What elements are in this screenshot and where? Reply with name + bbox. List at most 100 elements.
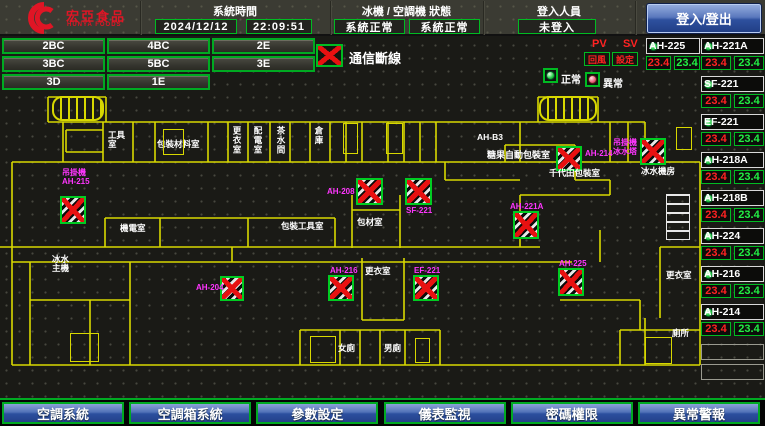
map-marker-label: 吊掛機 冰水塔 [613, 138, 637, 156]
unit-name: AH-221A [704, 40, 748, 52]
pv-name-box: 回風 [584, 52, 610, 66]
map-marker-label: SF-221 [406, 206, 432, 215]
bottom-nav-ahu-system[interactable]: 空調箱系統 [129, 402, 251, 424]
room-label: 倉庫 [314, 126, 323, 145]
map-marker-ah-216-map[interactable] [328, 275, 354, 301]
map-marker-label: AH-216 [330, 266, 358, 275]
bottom-nav-meter-monitor[interactable]: 儀表監視 [384, 402, 506, 424]
unit-tile-ah-218a[interactable]: AH-218A [701, 152, 764, 168]
login-logout-button[interactable]: 登入/登出 [647, 4, 761, 33]
elevator-icon [666, 194, 690, 240]
map-marker-ah-215[interactable] [60, 196, 86, 224]
stairs-icon [70, 333, 99, 362]
floor-button-3e[interactable]: 3E [212, 56, 315, 72]
stairs-icon [310, 336, 336, 363]
floor-button-2bc[interactable]: 2BC [2, 38, 105, 54]
sv-label: SV [623, 38, 638, 50]
stairs-icon [343, 123, 358, 154]
unit-tile-ah-218b[interactable]: AH-218B [701, 190, 764, 206]
unit-tile-ah-225[interactable]: AH-225 [646, 38, 700, 54]
unit-pv-value: 23.4 [701, 246, 731, 260]
unit-name: AH-214 [704, 306, 740, 318]
stairs-icon [415, 338, 430, 363]
login-user-label: 登入人員 [483, 3, 635, 19]
abnormal-led-icon [585, 72, 600, 87]
room-label: 配電室 [253, 126, 262, 155]
unit-sv-value: 23.4 [734, 284, 764, 298]
room-label: 包裝工具室 [281, 222, 324, 231]
bottom-nav-param-settings[interactable]: 參數設定 [256, 402, 378, 424]
stairs-icon [676, 127, 692, 150]
map-marker-ah-221a-map[interactable] [513, 211, 539, 239]
room-label: 千代田包裝室 [549, 169, 600, 178]
room-label: 更衣室 [365, 267, 391, 276]
unit-tile-ah-214[interactable]: AH-214 [701, 304, 764, 320]
map-marker-label: 吊掛機 AH-215 [62, 168, 90, 186]
room-label: 男廁 [384, 344, 401, 353]
abnormal-legend-label: 異常 [603, 75, 623, 90]
map-marker-ef-221-map[interactable] [413, 275, 439, 301]
unit-tile-ah-224[interactable]: AH-224 [701, 228, 764, 244]
room-label: 更衣室 [232, 126, 241, 155]
floor-button-3bc[interactable]: 3BC [2, 56, 105, 72]
normal-led-icon [543, 68, 558, 83]
stairs-icon [386, 123, 403, 154]
stairs-icon [645, 337, 672, 364]
floor-button-1e[interactable]: 1E [107, 74, 210, 90]
room-label: 女廁 [338, 344, 355, 353]
brand-logo-icon [28, 2, 62, 34]
unit-pv-value: 23.4 [701, 208, 731, 222]
map-marker-label: AH-204 [196, 283, 224, 292]
sv-name-box: 設定 [612, 52, 638, 66]
map-marker-sf-221-map[interactable] [405, 178, 432, 205]
map-marker-label: EF-221 [414, 266, 440, 275]
unit-pv-value: 23.4 [701, 132, 731, 146]
floor-button-2e[interactable]: 2E [212, 38, 315, 54]
floor-button-4bc[interactable]: 4BC [107, 38, 210, 54]
brand-name-en: HUNYA FOODS [67, 22, 122, 28]
floor-button-3d[interactable]: 3D [2, 74, 105, 90]
unit-sv-value: 23.4 [734, 170, 764, 184]
room-label: 機電室 [120, 224, 146, 233]
room-label: 廁所 [672, 329, 689, 338]
map-marker-ah-208[interactable] [356, 178, 383, 205]
unit-sv-value: 23.4 [734, 132, 764, 146]
bottom-nav-ac-system[interactable]: 空調系統 [2, 402, 124, 424]
room-label: 工具 室 [108, 131, 125, 149]
floor-button-5bc[interactable]: 5BC [107, 56, 210, 72]
unit-pv-value: 23.4 [701, 94, 731, 108]
unit-sv-value: 23.4 [734, 322, 764, 336]
unit-tile-sf-221[interactable]: SF-221 [701, 76, 764, 92]
map-marker-ah-225-map[interactable] [558, 268, 584, 296]
unit-tile-ah-216[interactable]: AH-216 [701, 266, 764, 282]
unit-pv-value: 23.4 [701, 56, 731, 70]
map-marker-label: AH-221A [510, 202, 543, 211]
unit-pv-value: 23.4 [701, 322, 731, 336]
room-label: 茶水間 [276, 126, 285, 155]
comm-lost-icon [316, 44, 343, 67]
pv-label: PV [592, 38, 607, 50]
map-marker-label: AH-225 [559, 259, 587, 268]
clock-display: 22:09:51 [246, 19, 312, 34]
room-label: 冰水機房 [641, 167, 675, 176]
unit-name: EF-221 [704, 116, 738, 128]
login-user-display: 未登入 [518, 19, 596, 34]
unit-sv-value: 23.4 [674, 56, 700, 70]
unit-tile-ef-221[interactable]: EF-221 [701, 114, 764, 130]
unit-name: SF-221 [704, 78, 738, 90]
bottom-nav-password-auth[interactable]: 密碼權限 [511, 402, 633, 424]
ahu-status-display: 系統正常 [409, 19, 480, 34]
system-time-label: 系統時間 [140, 3, 330, 19]
room-label: 包材室 [357, 218, 383, 227]
unit-name: AH-224 [704, 230, 740, 242]
machine-status-label: 冰機 / 空調機 狀態 [330, 3, 483, 19]
unit-sv-value: 23.4 [734, 56, 764, 70]
room-label: 糖果自動包裝室 [487, 151, 550, 160]
unit-pv-value: 23.4 [701, 170, 731, 184]
spiral-stairs-icon [52, 96, 104, 121]
map-marker-chiller-tower[interactable] [640, 138, 666, 165]
bottom-nav-alarm[interactable]: 異常警報 [638, 402, 760, 424]
unit-name: AH-216 [704, 268, 740, 280]
unit-tile-ah-221a[interactable]: AH-221A [701, 38, 764, 54]
unit-pv-value: 23.4 [646, 56, 671, 70]
